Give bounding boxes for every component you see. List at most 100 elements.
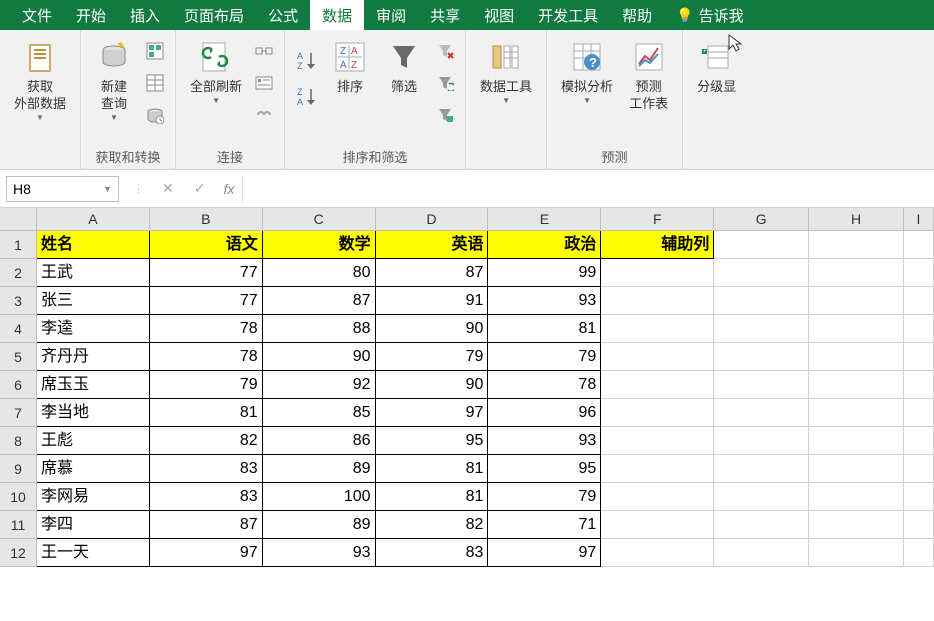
data-tools-button[interactable]: 数据工具 ▼: [474, 35, 538, 109]
col-header-e[interactable]: E: [488, 208, 601, 231]
cell[interactable]: [714, 371, 809, 399]
select-all-corner[interactable]: [0, 208, 37, 231]
cell[interactable]: [904, 315, 934, 343]
cell-chinese[interactable]: 81: [150, 399, 263, 427]
cell-politics[interactable]: 99: [488, 259, 601, 287]
cell-math[interactable]: 85: [263, 399, 376, 427]
cell-math[interactable]: 88: [263, 315, 376, 343]
cell-name[interactable]: 席慕: [37, 455, 150, 483]
cell-english[interactable]: 90: [376, 371, 489, 399]
cell-politics[interactable]: 93: [488, 287, 601, 315]
row-header[interactable]: 4: [0, 315, 37, 343]
col-header-g[interactable]: G: [714, 208, 809, 231]
reapply-button[interactable]: [433, 71, 457, 95]
cell-math[interactable]: 100: [263, 483, 376, 511]
cell[interactable]: [904, 259, 934, 287]
menu-review[interactable]: 审阅: [364, 0, 418, 30]
sort-asc-button[interactable]: AZ: [293, 47, 321, 75]
edit-links-button[interactable]: [252, 103, 276, 127]
cell-header-politics[interactable]: 政治: [488, 231, 601, 259]
cell-math[interactable]: 89: [263, 511, 376, 539]
cell[interactable]: [714, 511, 809, 539]
cell-english[interactable]: 81: [376, 483, 489, 511]
cell[interactable]: [714, 315, 809, 343]
cell-header-chinese[interactable]: 语文: [150, 231, 263, 259]
cell[interactable]: [809, 371, 904, 399]
cell-name[interactable]: 张三: [37, 287, 150, 315]
cancel-formula-button[interactable]: ✕: [152, 180, 184, 197]
cell-math[interactable]: 90: [263, 343, 376, 371]
cell[interactable]: [809, 539, 904, 567]
sort-button[interactable]: ZAAZ 排序: [325, 35, 375, 100]
cell-english[interactable]: 90: [376, 315, 489, 343]
cell[interactable]: [601, 455, 714, 483]
clear-filter-button[interactable]: [433, 39, 457, 63]
cell[interactable]: [601, 371, 714, 399]
menu-page-layout[interactable]: 页面布局: [172, 0, 256, 30]
cell-header-math[interactable]: 数学: [263, 231, 376, 259]
menu-developer[interactable]: 开发工具: [526, 0, 610, 30]
cell-chinese[interactable]: 77: [150, 259, 263, 287]
outline-button[interactable]: + 分级显: [691, 35, 742, 100]
cell[interactable]: [714, 287, 809, 315]
cell[interactable]: [809, 427, 904, 455]
row-header[interactable]: 8: [0, 427, 37, 455]
cell-name[interactable]: 李网易: [37, 483, 150, 511]
cell-math[interactable]: 86: [263, 427, 376, 455]
cell[interactable]: [809, 483, 904, 511]
cell-chinese[interactable]: 97: [150, 539, 263, 567]
cell-name[interactable]: 王彪: [37, 427, 150, 455]
cell[interactable]: [904, 455, 934, 483]
menu-data[interactable]: 数据: [310, 0, 364, 30]
cell[interactable]: [904, 483, 934, 511]
forecast-sheet-button[interactable]: 预测 工作表: [623, 35, 674, 117]
cell-name[interactable]: 李四: [37, 511, 150, 539]
menu-help[interactable]: 帮助: [610, 0, 664, 30]
cell[interactable]: [714, 343, 809, 371]
name-box[interactable]: H8 ▼: [6, 176, 119, 202]
cell-name[interactable]: 李当地: [37, 399, 150, 427]
cell[interactable]: [601, 483, 714, 511]
cell[interactable]: [601, 287, 714, 315]
cell[interactable]: [809, 399, 904, 427]
formula-input[interactable]: [242, 176, 934, 202]
cell-name[interactable]: 王一天: [37, 539, 150, 567]
cell-math[interactable]: 89: [263, 455, 376, 483]
cell-name[interactable]: 王武: [37, 259, 150, 287]
cell-name[interactable]: 席玉玉: [37, 371, 150, 399]
fx-icon[interactable]: fx: [215, 181, 242, 197]
row-header[interactable]: 12: [0, 539, 37, 567]
cell-chinese[interactable]: 77: [150, 287, 263, 315]
cell-math[interactable]: 87: [263, 287, 376, 315]
show-queries-button[interactable]: [143, 39, 167, 63]
cell[interactable]: [809, 315, 904, 343]
cell[interactable]: [601, 399, 714, 427]
menu-home[interactable]: 开始: [64, 0, 118, 30]
cell[interactable]: [904, 511, 934, 539]
cell-politics[interactable]: 97: [488, 539, 601, 567]
cell[interactable]: [714, 259, 809, 287]
sort-desc-button[interactable]: ZA: [293, 83, 321, 111]
menu-formulas[interactable]: 公式: [256, 0, 310, 30]
get-external-data-button[interactable]: 获取 外部数据 ▼: [8, 35, 72, 126]
cell[interactable]: [904, 343, 934, 371]
cell-politics[interactable]: 79: [488, 343, 601, 371]
cell-chinese[interactable]: 78: [150, 315, 263, 343]
filter-button[interactable]: 筛选: [379, 35, 429, 100]
connections-button[interactable]: [252, 39, 276, 63]
cell-english[interactable]: 81: [376, 455, 489, 483]
cell-english[interactable]: 83: [376, 539, 489, 567]
recent-sources-button[interactable]: [143, 103, 167, 127]
cell[interactable]: [714, 455, 809, 483]
cell-english[interactable]: 97: [376, 399, 489, 427]
cell[interactable]: [601, 511, 714, 539]
cell-chinese[interactable]: 78: [150, 343, 263, 371]
cell-chinese[interactable]: 83: [150, 455, 263, 483]
properties-button[interactable]: [252, 71, 276, 95]
cell[interactable]: [809, 287, 904, 315]
cell[interactable]: [601, 259, 714, 287]
cell-name[interactable]: 齐丹丹: [37, 343, 150, 371]
cell[interactable]: [601, 427, 714, 455]
row-header[interactable]: 2: [0, 259, 37, 287]
row-header[interactable]: 9: [0, 455, 37, 483]
